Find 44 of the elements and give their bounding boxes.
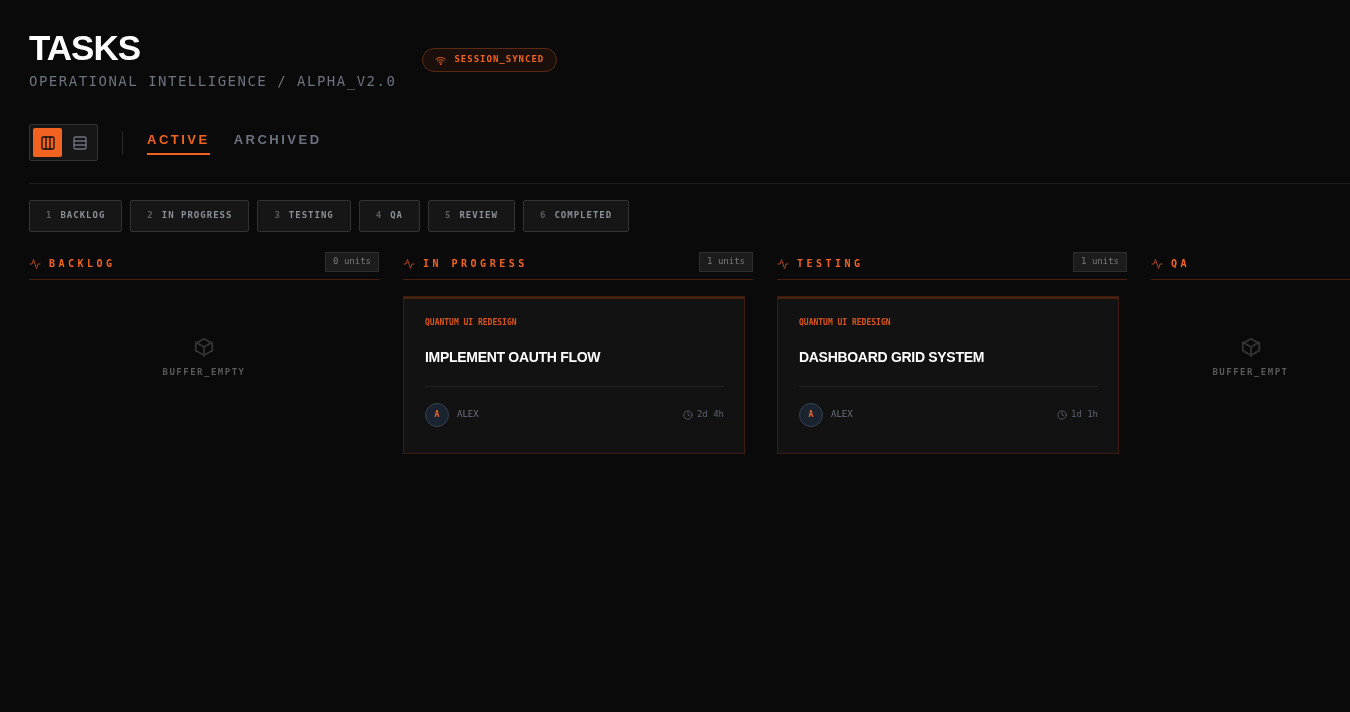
column-title: QA	[1171, 257, 1191, 271]
task-card[interactable]: QUANTUM UI REDESIGN IMPLEMENT OAUTH FLOW A ALEX 2d 4h	[403, 296, 745, 454]
rows-icon	[71, 134, 88, 151]
page-title: TASKS	[29, 30, 142, 65]
columns-icon	[39, 134, 56, 151]
stage-filter-button[interactable]: 5 REVIEW	[428, 200, 515, 232]
status-badge: SESSION_SYNCED	[422, 48, 558, 72]
clock-icon	[682, 410, 693, 420]
time-estimate: 2d 4h	[696, 408, 724, 422]
cube-icon	[193, 336, 215, 358]
tab[interactable]: ARCHIVED	[233, 129, 322, 156]
column-title: BACKLOG	[49, 257, 116, 271]
stage-filter-button[interactable]: 2 IN PROGRESS	[130, 200, 250, 232]
project-label: QUANTUM UI REDESIGN	[425, 317, 518, 329]
clock-icon	[1056, 410, 1067, 420]
activity-icon	[1151, 257, 1163, 270]
project-label: QUANTUM UI REDESIGN	[799, 317, 892, 329]
breadcrumb: OPERATIONAL INTELLIGENCE / ALPHA_V2.0	[29, 72, 397, 92]
column-title: IN PROGRESS	[423, 257, 528, 271]
assignee-name: ALEX	[457, 408, 479, 422]
wifi-icon	[435, 54, 447, 66]
task-card[interactable]: QUANTUM UI REDESIGN DASHBOARD GRID SYSTEM A ALEX 1d 1h	[777, 296, 1119, 454]
task-title: DASHBOARD GRID SYSTEM	[799, 348, 986, 367]
board-view-button[interactable]	[33, 128, 62, 157]
column-title: TESTING	[797, 257, 864, 271]
activity-icon	[777, 257, 789, 270]
avatar: A	[425, 403, 449, 427]
stage-filter-button[interactable]: 1 BACKLOG	[29, 200, 123, 232]
stage-filter-button[interactable]: 3 TESTING	[257, 200, 351, 232]
avatar: A	[799, 403, 823, 427]
activity-icon	[29, 257, 41, 270]
activity-icon	[403, 257, 415, 270]
assignee-name: ALEX	[831, 408, 853, 422]
unit-count: 1 units	[699, 252, 753, 272]
unit-count: 1 units	[1073, 252, 1127, 272]
empty-state-text: BUFFER_EMPTY	[162, 366, 246, 379]
cube-icon	[1239, 336, 1262, 358]
unit-count: 0 units	[325, 252, 379, 272]
time-estimate: 1d 1h	[1070, 408, 1098, 422]
stage-filter-button[interactable]: 4 QA	[358, 200, 420, 232]
task-title: IMPLEMENT OAUTH FLOW	[425, 348, 602, 367]
empty-state-text: BUFFER_EMPT	[1212, 366, 1289, 379]
stage-filter-button[interactable]: 6 COMPLETED	[522, 200, 630, 232]
tab[interactable]: ACTIVE	[147, 129, 210, 156]
